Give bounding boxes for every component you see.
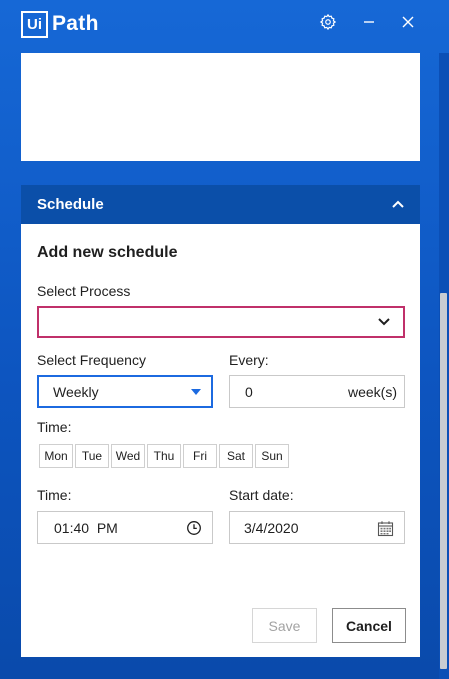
frequency-dropdown[interactable]: Weekly	[37, 375, 213, 408]
every-label: Every:	[229, 352, 269, 368]
schedule-card: Schedule Add new schedule Select Process…	[21, 185, 420, 657]
every-input[interactable]: 0 week(s)	[229, 375, 405, 408]
schedule-title: Schedule	[37, 196, 104, 213]
uipath-logo: Ui Path	[21, 10, 99, 38]
logo-box: Ui	[21, 10, 48, 38]
frequency-value: Weekly	[53, 384, 99, 400]
close-icon[interactable]	[398, 12, 418, 32]
start-date-value: 3/4/2020	[244, 520, 299, 536]
cancel-button[interactable]: Cancel	[332, 608, 406, 643]
every-unit: week(s)	[347, 384, 397, 400]
day-thu[interactable]: Thu	[147, 444, 181, 468]
scrollbar-thumb[interactable]	[440, 293, 447, 669]
logo-text: Path	[52, 12, 99, 35]
day-sat[interactable]: Sat	[219, 444, 253, 468]
time-value: 01:40 PM	[54, 520, 118, 536]
frequency-label: Select Frequency	[37, 352, 146, 368]
calendar-icon[interactable]	[377, 520, 394, 537]
day-sun[interactable]: Sun	[255, 444, 289, 468]
time-input[interactable]: 01:40 PM	[37, 511, 213, 544]
time-label: Time:	[37, 487, 72, 503]
minimize-icon[interactable]	[359, 12, 379, 32]
upper-panel	[21, 53, 420, 161]
day-wed[interactable]: Wed	[111, 444, 145, 468]
day-mon[interactable]: Mon	[39, 444, 73, 468]
start-date-input[interactable]: 3/4/2020	[229, 511, 405, 544]
start-date-label: Start date:	[229, 487, 294, 503]
select-process-label: Select Process	[37, 283, 131, 299]
day-tue[interactable]: Tue	[75, 444, 109, 468]
days-label: Time:	[37, 419, 72, 435]
chevron-up-icon[interactable]	[390, 196, 406, 212]
day-fri[interactable]: Fri	[183, 444, 217, 468]
save-button[interactable]: Save	[252, 608, 317, 643]
weekday-selector: Mon Tue Wed Thu Fri Sat Sun	[39, 444, 289, 468]
schedule-header[interactable]: Schedule	[21, 185, 420, 224]
add-schedule-heading: Add new schedule	[37, 244, 178, 261]
chevron-down-icon	[378, 318, 390, 326]
settings-gear-icon[interactable]	[318, 12, 338, 32]
select-process-dropdown[interactable]	[37, 306, 405, 338]
dropdown-arrow-icon	[191, 389, 201, 395]
clock-icon[interactable]	[186, 520, 202, 536]
every-value: 0	[245, 384, 253, 400]
